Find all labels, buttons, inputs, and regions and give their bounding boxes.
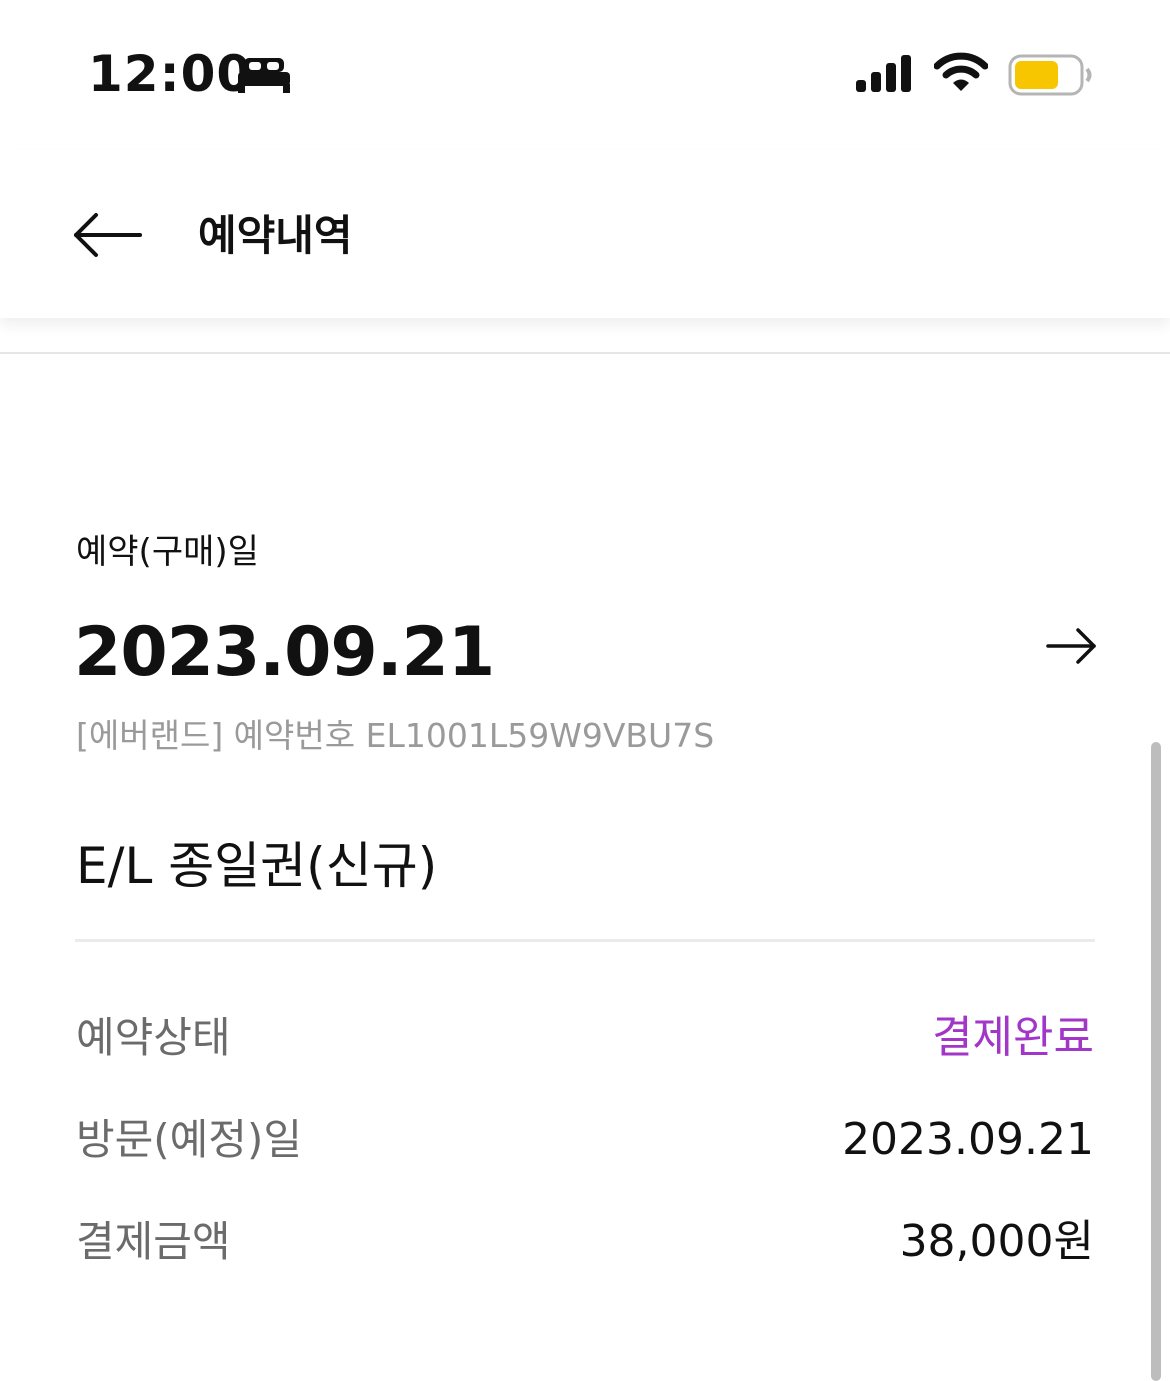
amount-value: 38,000원: [899, 1216, 1094, 1267]
app-header: 예약내역: [0, 150, 1170, 318]
page-title: 예약내역: [198, 211, 353, 260]
info-label: 방문(예정)일: [76, 1115, 302, 1164]
visit-date-value: 2023.09.21: [842, 1114, 1094, 1165]
info-label: 예약상태: [76, 1013, 231, 1062]
content-divider: [75, 939, 1095, 942]
info-row-visit-date: 방문(예정)일 2023.09.21: [76, 1110, 1094, 1170]
status-time: 12:00: [88, 45, 253, 103]
info-row-amount: 결제금액 38,000원: [76, 1212, 1094, 1272]
battery-icon: [1008, 54, 1092, 96]
status-bar: 12:00: [0, 0, 1170, 150]
info-label: 결제금액: [76, 1217, 231, 1266]
info-row-status: 예약상태 결제완료: [76, 1008, 1094, 1068]
purchase-date-label: 예약(구매)일: [76, 532, 259, 572]
reservation-number: [에버랜드] 예약번호 EL1001L59W9VBU7S: [76, 716, 715, 755]
sleep-focus-icon: [238, 58, 290, 93]
header-divider: [0, 352, 1170, 354]
arrow-right-icon[interactable]: [1044, 624, 1100, 668]
wifi-icon: [934, 52, 988, 91]
scrollbar[interactable]: [1151, 742, 1161, 1381]
back-arrow-icon[interactable]: [70, 210, 144, 260]
product-name: E/L 종일권(신규): [76, 837, 438, 895]
status-value: 결제완료: [932, 1012, 1094, 1063]
cellular-signal-icon: [856, 55, 911, 92]
purchase-date: 2023.09.21: [74, 613, 495, 692]
